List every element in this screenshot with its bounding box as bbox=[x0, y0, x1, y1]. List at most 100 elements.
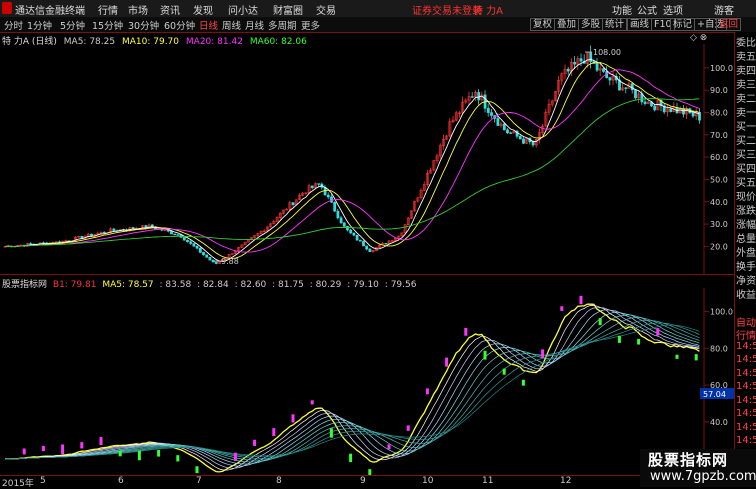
menu-discover[interactable]: 发现 bbox=[193, 2, 213, 17]
candle-body bbox=[131, 227, 135, 230]
date-label-8: 8 bbox=[276, 476, 282, 486]
signal-bar bbox=[253, 439, 257, 446]
period-weekly[interactable]: 周线 bbox=[222, 18, 241, 32]
candle-body bbox=[173, 233, 177, 236]
period-more[interactable]: 更多 bbox=[301, 18, 320, 32]
candle-body bbox=[310, 185, 314, 188]
menu-news[interactable]: 资讯 bbox=[160, 2, 180, 17]
signal-bar bbox=[118, 450, 122, 457]
ribbon-line bbox=[4, 322, 700, 460]
candle-body bbox=[579, 58, 583, 62]
mark-button[interactable]: 标记 bbox=[670, 18, 696, 31]
period-monthly[interactable]: 月线 bbox=[245, 18, 264, 32]
candle-body bbox=[291, 202, 295, 205]
restore-rights-button[interactable]: 复权 bbox=[530, 18, 556, 31]
signal-bar bbox=[483, 350, 487, 360]
price-tick-4: 60.0 bbox=[710, 153, 728, 162]
draw-line-button[interactable]: 画线 bbox=[627, 18, 653, 31]
signal-bar bbox=[637, 338, 641, 345]
candle-body bbox=[333, 201, 337, 212]
login-notice[interactable]: 证券交易未登录 bbox=[412, 2, 482, 17]
signal-bar bbox=[61, 444, 65, 455]
candle-body bbox=[602, 68, 605, 72]
back-button[interactable]: 返回 bbox=[716, 18, 742, 31]
watermark-url: www.7gpzb.com bbox=[650, 469, 756, 484]
ma20-line bbox=[4, 69, 700, 253]
multi-stock-button[interactable]: 多股 bbox=[578, 18, 604, 31]
ribbon-lines bbox=[4, 303, 700, 473]
candle-body bbox=[506, 129, 509, 134]
period-1min[interactable]: 1分钟 bbox=[27, 18, 52, 32]
signal-bar bbox=[598, 318, 602, 326]
signal-bar bbox=[675, 354, 679, 359]
sidebar-item-22: 14:56 bbox=[736, 340, 756, 352]
period-5min[interactable]: 5分钟 bbox=[60, 18, 85, 32]
candle-body bbox=[470, 96, 474, 98]
candle-body bbox=[195, 246, 199, 249]
kline-chart[interactable]: 100.0 90.0 80.0 70.0 60.0 50.0 40.0 30.0 20.0 10… bbox=[0, 44, 734, 274]
high-price-label: 108.00 bbox=[593, 48, 621, 57]
menu-formula[interactable]: 公式 bbox=[637, 2, 657, 17]
candle-body bbox=[189, 241, 193, 244]
price-tick-0: 100.0 bbox=[710, 64, 733, 73]
ind-tick-0: 100.0 bbox=[710, 307, 733, 316]
period-60min[interactable]: 60分钟 bbox=[164, 18, 195, 32]
period-daily[interactable]: 日线 bbox=[199, 18, 218, 32]
candle-body bbox=[205, 254, 209, 258]
indicator-chart[interactable]: 100.080.060.040.0 57.04 bbox=[0, 288, 734, 475]
candle-body bbox=[486, 107, 490, 113]
candle-body bbox=[653, 105, 657, 111]
signal-bar bbox=[464, 327, 468, 336]
chart-close-icon[interactable]: ⊗ bbox=[700, 33, 708, 43]
signal-bar bbox=[694, 354, 698, 361]
menu-wenxiaoda[interactable]: 问小达 bbox=[228, 2, 258, 17]
cursor-value: 57.04 bbox=[703, 390, 726, 399]
ma10-line bbox=[4, 62, 700, 259]
menu-options[interactable]: 选项 bbox=[663, 2, 683, 17]
sidebar-item-0: 委比 bbox=[736, 38, 756, 49]
sidebar-item-11: 现价 bbox=[736, 192, 756, 203]
candle-body bbox=[352, 232, 356, 236]
menu-market[interactable]: 市场 bbox=[128, 2, 148, 17]
sidebar-item-6: 买一 bbox=[736, 122, 756, 133]
candle-body bbox=[365, 245, 369, 250]
guest-user[interactable]: 游客 bbox=[714, 2, 734, 17]
ribbon-line bbox=[4, 303, 700, 473]
candle-body bbox=[522, 138, 525, 144]
candle-body bbox=[112, 228, 116, 231]
signal-bar bbox=[541, 349, 545, 358]
period-intraday[interactable]: 分时 bbox=[4, 18, 23, 32]
sidebar-item-28: 14:56 bbox=[736, 421, 756, 433]
statistics-button[interactable]: 统计 bbox=[602, 18, 628, 31]
date-label-11: 11 bbox=[482, 476, 494, 486]
sidebar-item-27: 14:56 bbox=[736, 408, 756, 419]
candle-body bbox=[669, 108, 673, 112]
chart-settings-icon[interactable]: ◇ bbox=[690, 33, 697, 43]
candle-body bbox=[630, 83, 634, 91]
period-15min[interactable]: 15分钟 bbox=[92, 18, 123, 32]
menu-quotes[interactable]: 行情 bbox=[98, 2, 118, 17]
ma5-line bbox=[4, 58, 700, 262]
candle-body bbox=[518, 136, 522, 140]
candle-body bbox=[192, 243, 196, 247]
price-tick-7: 30.0 bbox=[710, 220, 728, 229]
signal-bar bbox=[617, 335, 621, 343]
indicator-axis: 100.080.060.040.0 bbox=[704, 307, 733, 427]
chart-window-controls[interactable]: ◇ ⊗ bbox=[690, 33, 707, 43]
period-multi[interactable]: 多周期 bbox=[268, 18, 297, 32]
signal-bar bbox=[195, 466, 199, 474]
signal-bar bbox=[349, 453, 353, 463]
menu-function[interactable]: 功能 bbox=[612, 2, 632, 17]
ribbon-line bbox=[4, 324, 700, 460]
candle-body bbox=[342, 222, 346, 227]
period-30min[interactable]: 30分钟 bbox=[128, 18, 159, 32]
overlay-button[interactable]: 叠加 bbox=[554, 18, 580, 31]
signal-bar bbox=[137, 450, 141, 461]
date-label-12: 12 bbox=[560, 476, 572, 486]
candle-body bbox=[358, 239, 362, 242]
sidebar-item-1: 卖五 bbox=[736, 52, 756, 63]
menu-trade[interactable]: 交易 bbox=[316, 2, 336, 17]
app-logo-icon bbox=[2, 2, 12, 14]
candle-body bbox=[202, 252, 205, 256]
menu-wealth[interactable]: 财富圈 bbox=[273, 2, 303, 17]
